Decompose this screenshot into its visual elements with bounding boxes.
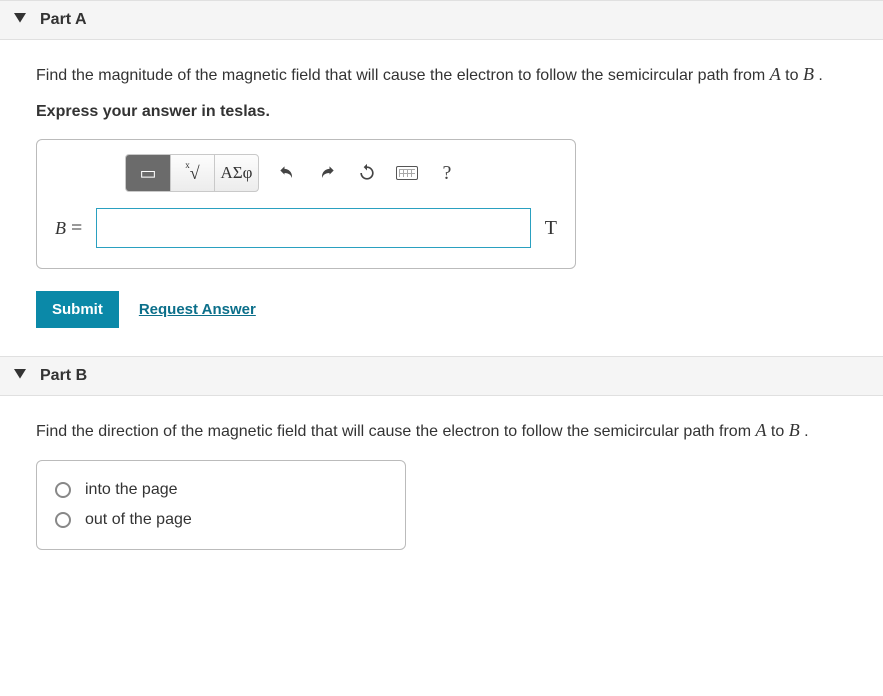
format-group: ▭ x√ ΑΣφ bbox=[125, 154, 259, 192]
part-b-body: Find the direction of the magnetic field… bbox=[0, 396, 883, 577]
var-b: B bbox=[803, 64, 814, 84]
root-icon: x√ bbox=[185, 163, 199, 184]
problem-text: Find the direction of the magnetic field… bbox=[36, 423, 755, 440]
radio-icon[interactable] bbox=[55, 512, 71, 528]
redo-button[interactable] bbox=[309, 155, 345, 191]
reset-button[interactable] bbox=[349, 155, 385, 191]
reset-icon bbox=[357, 163, 377, 183]
option-label: into the page bbox=[85, 481, 178, 499]
undo-button[interactable] bbox=[269, 155, 305, 191]
action-row: Submit Request Answer bbox=[36, 291, 847, 328]
greek-icon: ΑΣφ bbox=[221, 163, 253, 183]
chevron-down-icon[interactable] bbox=[14, 368, 26, 385]
option-into-page[interactable]: into the page bbox=[55, 475, 387, 505]
help-icon: ? bbox=[443, 162, 452, 185]
option-label: out of the page bbox=[85, 511, 192, 529]
var-a: A bbox=[755, 420, 766, 440]
part-a-problem: Find the magnitude of the magnetic field… bbox=[36, 62, 847, 87]
part-b-title: Part B bbox=[40, 367, 87, 385]
help-button[interactable]: ? bbox=[429, 155, 465, 191]
chevron-down-icon[interactable] bbox=[14, 12, 26, 29]
keyboard-button[interactable] bbox=[389, 155, 425, 191]
equation-toolbar: ▭ x√ ΑΣφ ? bbox=[125, 154, 557, 192]
express-instruction: Express your answer in teslas. bbox=[36, 103, 847, 121]
template-button[interactable]: ▭ bbox=[126, 155, 170, 191]
problem-text: . bbox=[804, 423, 808, 440]
problem-text: to bbox=[785, 67, 803, 84]
answer-input[interactable] bbox=[96, 208, 531, 248]
request-answer-link[interactable]: Request Answer bbox=[139, 301, 256, 318]
var-a: A bbox=[770, 64, 781, 84]
template-icon: ▭ bbox=[139, 163, 156, 184]
greek-button[interactable]: ΑΣφ bbox=[214, 155, 258, 191]
problem-text: Find the magnitude of the magnetic field… bbox=[36, 67, 770, 84]
part-b-problem: Find the direction of the magnetic field… bbox=[36, 418, 847, 443]
option-out-of-page[interactable]: out of the page bbox=[55, 505, 387, 535]
part-b-header[interactable]: Part B bbox=[0, 356, 883, 396]
var-b: B bbox=[789, 420, 800, 440]
problem-text: . bbox=[818, 67, 822, 84]
variable-label: B = bbox=[55, 217, 82, 240]
part-a-title: Part A bbox=[40, 11, 87, 29]
nthroot-button[interactable]: x√ bbox=[170, 155, 214, 191]
unit-label: T bbox=[545, 217, 557, 240]
redo-icon bbox=[317, 163, 337, 183]
undo-icon bbox=[277, 163, 297, 183]
part-a-body: Find the magnitude of the magnetic field… bbox=[0, 40, 883, 356]
part-a-header[interactable]: Part A bbox=[0, 0, 883, 40]
options-box: into the page out of the page bbox=[36, 460, 406, 550]
submit-button[interactable]: Submit bbox=[36, 291, 119, 328]
answer-row: B = T bbox=[55, 208, 557, 248]
answer-box: ▭ x√ ΑΣφ ? bbox=[36, 139, 576, 269]
radio-icon[interactable] bbox=[55, 482, 71, 498]
problem-text: to bbox=[771, 423, 789, 440]
keyboard-icon bbox=[396, 166, 418, 180]
